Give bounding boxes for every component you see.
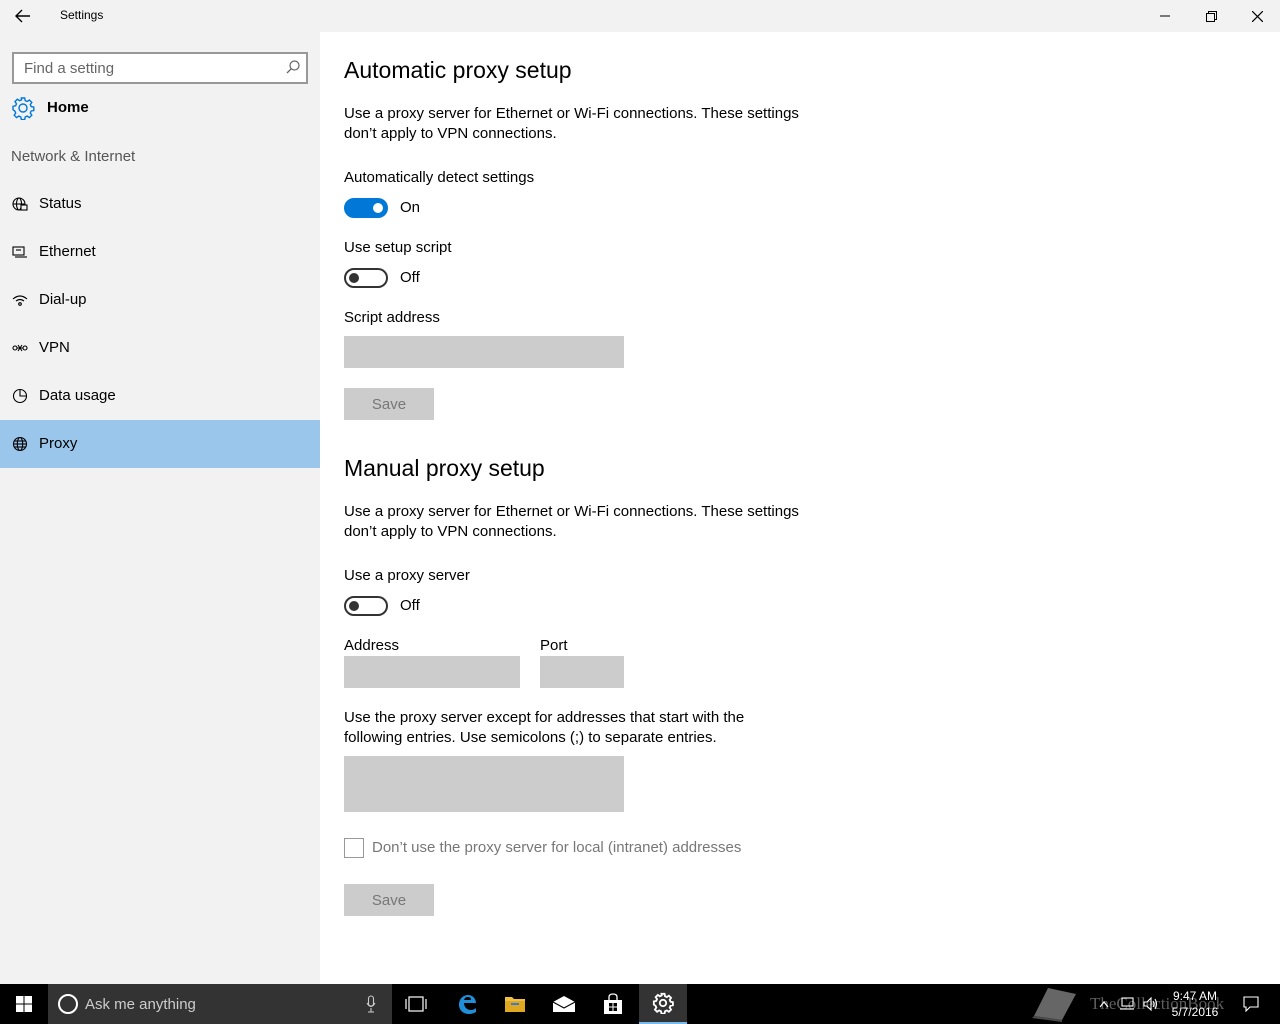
address-field[interactable]	[344, 656, 520, 688]
sidebar-item-label: Data usage	[39, 387, 116, 404]
data-usage-icon	[11, 387, 29, 405]
detect-settings-label: Automatically detect settings	[344, 169, 535, 186]
vpn-icon	[11, 339, 29, 357]
use-proxy-toggle[interactable]	[344, 596, 388, 616]
address-label: Address	[344, 637, 400, 654]
store-button[interactable]	[589, 984, 637, 1024]
automatic-save-button[interactable]: Save	[344, 388, 434, 420]
gear-icon	[11, 96, 35, 125]
task-view-icon	[405, 996, 427, 1012]
dialup-icon	[11, 291, 29, 309]
taskbar-clock[interactable]: 9:47 AM 5/7/2016	[1164, 988, 1226, 1020]
action-center-button[interactable]	[1236, 984, 1266, 1024]
close-icon	[1251, 10, 1263, 22]
back-button[interactable]	[0, 0, 46, 32]
chevron-up-icon	[1099, 1001, 1109, 1008]
notification-icon	[1243, 996, 1259, 1012]
sidebar: Home Network & Internet Status Ethernet …	[0, 32, 320, 984]
script-address-label: Script address	[344, 309, 440, 326]
mail-button[interactable]	[540, 984, 588, 1024]
book-logo-icon	[1032, 988, 1076, 1022]
volume-tray-button[interactable]	[1140, 984, 1162, 1024]
home-label: Home	[47, 99, 89, 116]
cortana-icon	[58, 994, 78, 1014]
clock-date: 5/7/2016	[1171, 1005, 1219, 1019]
volume-icon	[1143, 997, 1158, 1011]
search-input[interactable]	[14, 54, 274, 82]
sidebar-item-data-usage[interactable]: Data usage	[0, 372, 320, 420]
cortana-search[interactable]: Ask me anything	[48, 984, 392, 1024]
setup-script-state: Off	[400, 269, 420, 286]
close-button[interactable]	[1234, 0, 1280, 32]
network-icon	[1120, 997, 1134, 1010]
setup-script-label: Use setup script	[344, 239, 452, 256]
taskbar: Ask me anything TheCollectionBook 9:47 A…	[0, 984, 1280, 1024]
store-icon	[604, 993, 622, 1014]
network-tray-button[interactable]	[1116, 984, 1138, 1024]
globe-status-icon	[11, 195, 29, 213]
sidebar-item-status[interactable]: Status	[0, 180, 320, 228]
local-addresses-checkbox[interactable]	[344, 838, 364, 858]
home-link[interactable]: Home	[0, 92, 320, 124]
task-view-button[interactable]	[392, 984, 440, 1024]
manual-description: Use a proxy server for Ethernet or Wi-Fi…	[344, 503, 799, 540]
windows-logo-icon	[16, 996, 32, 1012]
folder-icon	[505, 997, 525, 1012]
minimize-button[interactable]	[1142, 0, 1188, 32]
port-label: Port	[540, 637, 568, 654]
minimize-icon	[1160, 15, 1170, 17]
script-address-field[interactable]	[344, 336, 624, 368]
back-arrow-icon	[15, 9, 30, 23]
sidebar-item-ethernet[interactable]: Ethernet	[0, 228, 320, 276]
detect-settings-toggle[interactable]	[344, 198, 388, 218]
setup-script-toggle[interactable]	[344, 268, 388, 288]
restore-button[interactable]	[1188, 0, 1234, 32]
window-title: Settings	[60, 8, 104, 22]
use-proxy-label: Use a proxy server	[344, 567, 470, 584]
taskbar-search-placeholder: Ask me anything	[85, 996, 196, 1013]
exceptions-field[interactable]	[344, 756, 624, 812]
show-hidden-icons-button[interactable]	[1092, 984, 1116, 1024]
sidebar-item-label: VPN	[39, 339, 70, 356]
start-button[interactable]	[0, 984, 48, 1024]
detect-settings-state: On	[400, 199, 421, 216]
gear-icon	[652, 992, 674, 1014]
search-box[interactable]	[12, 52, 308, 84]
ethernet-icon	[11, 243, 29, 261]
sidebar-item-label: Ethernet	[39, 243, 96, 260]
main-content: Automatic proxy setup Use a proxy server…	[320, 32, 1280, 984]
automatic-proxy-heading: Automatic proxy setup	[344, 57, 572, 83]
file-explorer-button[interactable]	[491, 984, 539, 1024]
automatic-description: Use a proxy server for Ethernet or Wi-Fi…	[344, 105, 799, 142]
local-addresses-label: Don’t use the proxy server for local (in…	[372, 839, 742, 856]
mail-icon	[552, 996, 576, 1012]
clock-time: 9:47 AM	[1172, 989, 1218, 1003]
edge-icon	[459, 995, 476, 1014]
microphone-icon[interactable]	[366, 995, 376, 1018]
use-proxy-state: Off	[400, 597, 420, 614]
exceptions-description: Use the proxy server except for addresse…	[344, 709, 745, 746]
search-icon[interactable]	[286, 60, 300, 79]
sidebar-item-label: Dial-up	[39, 291, 87, 308]
sidebar-item-proxy[interactable]: Proxy	[0, 420, 320, 468]
section-heading: Network & Internet	[11, 148, 136, 165]
sidebar-item-label: Status	[39, 195, 82, 212]
restore-icon	[1205, 10, 1217, 22]
edge-button[interactable]	[443, 984, 491, 1024]
globe-icon	[11, 435, 29, 453]
port-field[interactable]	[540, 656, 624, 688]
manual-proxy-heading: Manual proxy setup	[344, 455, 545, 481]
sidebar-item-label: Proxy	[39, 435, 78, 452]
sidebar-item-dialup[interactable]: Dial-up	[0, 276, 320, 324]
manual-save-button[interactable]: Save	[344, 884, 434, 916]
title-bar: Settings	[0, 0, 1280, 32]
sidebar-item-vpn[interactable]: VPN	[0, 324, 320, 372]
settings-taskbar-button[interactable]	[639, 984, 687, 1024]
